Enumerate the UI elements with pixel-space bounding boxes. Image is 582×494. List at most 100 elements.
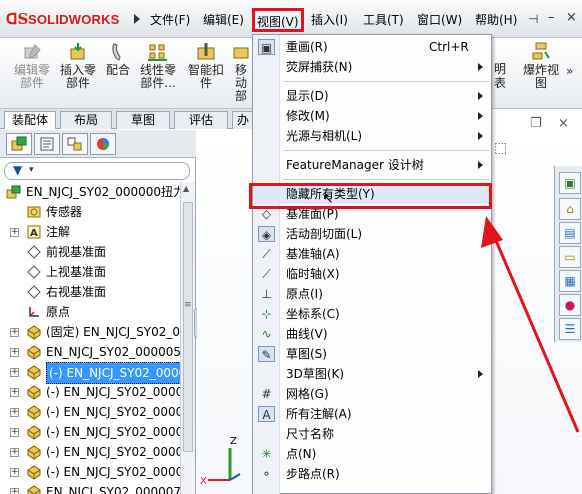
custom-properties-icon[interactable]: ☰ [559,318,581,340]
view-menu-item[interactable]: ⟋ 临时轴(X) [253,264,491,284]
expand-icon[interactable]: + [10,408,19,417]
home-icon[interactable]: ⌂ [559,198,581,220]
tab-evaluate[interactable]: 评估 [174,111,228,129]
menu-file[interactable]: 文件(F) [147,10,193,30]
expand-icon[interactable]: + [10,368,19,377]
tree-root-item[interactable]: EN_NJCJ_SY02_000000扭力 [0,182,180,202]
tree-item[interactable]: + (-) EN_NJCJ_SY02_0000 [0,462,180,482]
tree-item[interactable]: 传感器 [0,202,180,222]
toolbar-more-chevron-icon[interactable]: » [566,64,573,78]
bom-button-partial[interactable]: 明 表 [494,62,506,90]
tree-item-label: EN_NJCJ_SY02_000000扭力 [26,185,180,199]
tree-item[interactable]: + A 注解 [0,222,180,242]
origin-icon [26,304,42,320]
menu-item-label: 荧屏捕获(N) [286,60,353,74]
minimize-icon[interactable]: – [548,10,555,25]
pin-icon[interactable]: ⊣ [528,12,538,26]
coordinate-triad: Z X [200,436,241,487]
view-menu-item[interactable]: FeatureManager 设计树 [253,155,491,175]
tree-filter[interactable]: ▼ ▾ [4,162,190,180]
expand-icon[interactable]: + [10,428,19,437]
view-tool-icon[interactable]: ⬚ [494,140,507,156]
tree-item[interactable]: 右视基准面 [0,282,180,302]
tab-assembly[interactable]: 装配体 [4,111,56,129]
exploded-view-button[interactable]: 爆炸视 图 [519,42,563,90]
tree-item[interactable]: + (固定) EN_NJCJ_SY02_0 [0,322,180,342]
mate-button[interactable]: 配合 [102,42,134,77]
expand-icon[interactable]: + [10,328,19,337]
tree-item[interactable]: 前视基准面 [0,242,180,262]
tree-item[interactable]: + EN_NJCJ_SY02_000007 [0,482,180,494]
view-menu-item[interactable]: ◈ 活动剖切面(L) [253,224,491,244]
restore-window-icon[interactable]: ❐ [530,116,542,131]
expand-icon[interactable]: + [10,468,19,477]
linear-component-pattern-button[interactable]: 线性零 部件... [136,42,180,90]
solidworks-resources-icon[interactable]: ▣ [559,172,581,194]
logo-menu-arrow-icon[interactable] [134,14,140,24]
close-icon[interactable]: × [566,10,577,25]
view-menu-item[interactable]: 光源与相机(L) [253,126,491,146]
view-menu-item[interactable]: 显示(D) [253,86,491,106]
view-menu-item[interactable]: ∿ 曲线(V) [253,324,491,344]
menu-item-label: 光源与相机(L) [286,129,363,143]
smart-fasteners-button[interactable]: 智能扣 件 [184,42,228,90]
feature-tree-tab-icon[interactable] [6,133,32,155]
view-menu-item[interactable]: ⊹ 坐标系(C) [253,304,491,324]
tree-scrollbar[interactable]: ▲ ≡ [180,182,195,494]
configuration-manager-tab-icon[interactable] [62,133,88,155]
design-library-icon[interactable]: ▤ [559,222,581,244]
tree-item[interactable]: + (-) EN_NJCJ_SY02_0000 [0,402,180,422]
menu-item-label: 网格(G) [286,387,329,401]
view-menu-item[interactable]: 尺寸名称 [253,424,491,444]
tree-item[interactable]: + EN_NJCJ_SY02_000005 [0,342,180,362]
mouse-cursor-icon: ↖ [322,191,334,207]
filter-dropdown-arrow-icon[interactable]: ▾ [29,165,34,175]
tree-item[interactable]: + (-) EN_NJCJ_SY02_0000 [0,382,180,402]
menu-edit[interactable]: 编辑(E) [200,10,247,30]
view-menu-item[interactable]: A 所有注解(A) [253,404,491,424]
mate-icon [112,43,121,61]
app-name: SOLIDWORKS [28,12,120,27]
solidworks-logo[interactable]: ꓷS SOLIDWORKS [6,10,130,32]
expand-icon[interactable]: + [10,388,19,397]
display-manager-tab-icon[interactable] [90,133,116,155]
view-menu-item[interactable]: ⚬ 步路点(R) [253,464,491,484]
insert-component-button[interactable]: 插入零 部件 [56,42,100,90]
expand-icon[interactable]: + [10,448,19,457]
tree-item-label: EN_NJCJ_SY02_000007 [46,485,180,494]
view-menu-item[interactable]: 修改(M) [253,106,491,126]
view-menu-item[interactable]: # 网格(G) [253,384,491,404]
property-manager-tab-icon[interactable] [34,133,60,155]
tab-layout[interactable]: 布局 [60,111,112,129]
edit-component-button[interactable]: 编辑零 部件 [8,42,56,90]
tree-item[interactable]: + (-) EN_NJCJ_SY02_0000 [0,362,180,384]
menu-insert[interactable]: 插入(I) [308,10,351,30]
scrollbar-thumb[interactable] [183,202,193,452]
tree-item[interactable]: 上视基准面 [0,262,180,282]
view-menu-item[interactable]: ⟋ 基准轴(A) [253,244,491,264]
expand-icon[interactable]: + [10,348,19,357]
view-menu-item[interactable]: ✳ 点(N) [253,444,491,464]
view-menu-item[interactable]: ▣ 重画(R) Ctrl+R [253,37,491,57]
move-component-button[interactable]: 移动 部 [230,42,252,103]
expand-icon[interactable]: + [10,488,19,494]
tree-item[interactable]: 原点 [0,302,180,322]
menu-window[interactable]: 窗口(W) [414,10,465,30]
view-palette-icon[interactable]: ▦ [559,270,581,292]
expand-icon[interactable]: + [10,228,19,237]
view-menu-item[interactable]: ✎ 草图(S) [253,344,491,364]
view-menu-item[interactable]: 3D草图(K) [253,364,491,384]
appearances-icon[interactable]: ● [559,294,581,316]
tree-item[interactable]: + (-) EN_NJCJ_SY02_0000 [0,442,180,462]
scroll-up-icon[interactable]: ▲ [183,184,189,193]
view-menu-item[interactable]: 荧屏捕获(N) [253,57,491,77]
menu-help[interactable]: 帮助(H) [472,10,520,30]
file-explorer-icon[interactable]: ▭ [559,246,581,268]
menu-view[interactable]: 视图(V) [252,8,304,32]
close-document-icon[interactable]: × [558,116,569,131]
tree-item[interactable]: + (-) EN_NJCJ_SY02_0000 [0,422,180,442]
menu-tools[interactable]: 工具(T) [360,10,407,30]
view-menu-item[interactable]: ⊥ 原点(I) [253,284,491,304]
tab-office[interactable]: 办 [232,111,254,129]
tab-sketch[interactable]: 草图 [116,111,170,129]
